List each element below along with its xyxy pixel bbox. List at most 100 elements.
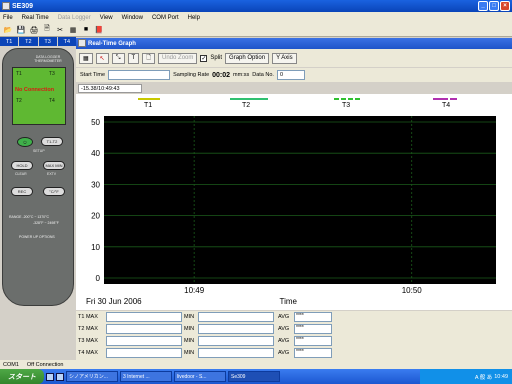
t2-max-label: T2 MAX [78,326,98,332]
graph-window-title: Real-Time Graph [88,40,136,47]
tray-clock: 10:49 [494,373,508,380]
task-1[interactable]: シノアメリカン... [66,371,118,382]
cut-icon[interactable]: ✂ [55,25,65,35]
menu-window[interactable]: Window [122,15,143,21]
new-page-icon[interactable]: 🗋 [142,52,156,64]
graph-icon[interactable]: ▦ [68,25,78,35]
data-no-field[interactable]: 0 [276,70,305,80]
setup-label: SETUP [33,149,45,153]
t2-max-field [106,324,182,334]
split-label: Split [210,55,223,61]
date-label: Fri 30 Jun 2006 [86,297,142,306]
channel-tab-t1[interactable]: T1 [0,37,19,46]
sampling-rate-label: Sampling Rate [173,72,210,78]
lcd-status: No Connection [15,87,55,93]
graph-view-icon[interactable]: ▦ [79,52,93,64]
y-tick-label: 30 [91,180,100,189]
unit-toggle-button[interactable]: °C/°F [43,187,65,196]
channel-tab-t2[interactable]: T2 [19,37,38,46]
y-tick-label: 50 [91,118,100,127]
menu-help[interactable]: Help [188,15,200,21]
acquisition-info: Start Time Sampling Rate 00:02 mm:ss Dat… [76,68,512,82]
channel-tabs: T1 T2 T3 T4 [0,37,76,46]
channel-tab-t3[interactable]: T3 [38,37,57,46]
power-button[interactable]: ⏻ [17,137,33,147]
menu-com-port[interactable]: COM Port [152,15,179,21]
t3-min-field [198,336,274,346]
task-3[interactable]: livedoor - S... [174,371,226,382]
start-time-field[interactable] [108,70,171,80]
rec-button[interactable]: REC [11,187,33,196]
t3-avg-field: **** [294,336,332,346]
t3-avg-label: AVG [278,338,290,344]
graph-window-title-bar: Real-Time Graph [76,38,512,49]
t1-avg-field: **** [294,312,332,322]
t2-avg-field: **** [294,324,332,334]
sampling-rate-value: 00:02 [212,71,231,79]
y-tick-label: 20 [91,212,100,221]
thermometer-device: DATA LOGGER THERMOMETER T1 T3 No Connect… [2,48,74,306]
line-chart[interactable]: 50 40 30 20 10 0 10:49 10:50 Fri 30 Jun 2006 Time [76,94,512,310]
start-button[interactable]: スタート [0,369,44,384]
plot-background [104,116,496,284]
window-title: SE309 [12,2,34,10]
max-min-button[interactable]: MAX MIN [43,161,65,170]
text-tool-icon[interactable]: T [127,52,140,64]
menu-view[interactable]: View [100,15,113,21]
help-book-icon[interactable]: 📕 [94,25,104,35]
pointer-icon[interactable]: ↖ [95,52,109,64]
t1-max-field [106,312,182,322]
graph-option-button[interactable]: Graph Option [225,52,270,64]
t3-min-label: MIN [184,338,195,344]
ime-indicator[interactable]: A 般 あ [475,373,492,381]
x-tick-label: 10:50 [402,286,423,295]
t4-avg-label: AVG [278,350,290,356]
split-checkbox[interactable]: ✓ [200,54,208,62]
t2-min-label: MIN [184,326,195,332]
save-icon[interactable]: 💾 [16,25,26,35]
y-tick-label: 0 [96,274,101,283]
lcd-t2-label: T2 [16,98,22,104]
hold-button[interactable]: HOLD [11,161,33,170]
t1-t2-button[interactable]: T1-T2 [41,137,63,146]
task-2[interactable]: 3 Internet ... [120,371,172,382]
stop-icon[interactable]: ■ [81,25,91,35]
channel-tab-t4[interactable]: T4 [57,37,76,46]
x-tick-label: 10:49 [184,286,205,295]
stats-row-t4: T4 MAX MIN AVG **** [76,347,332,359]
task-4[interactable]: Se309 [228,371,280,382]
device-brand: DATA LOGGER THERMOMETER [34,55,62,63]
menu-bar: File Real Time Data Logger View Window C… [0,12,512,23]
print-icon[interactable]: 🖨 [29,25,39,35]
system-tray: A 般 あ 10:49 [420,369,512,384]
t2-avg-label: AVG [278,326,290,332]
lcd-t1-label: T1 [16,71,22,77]
menu-real-time[interactable]: Real Time [22,15,49,21]
t4-min-field [198,348,274,358]
print-preview-icon[interactable]: 🗎 [42,25,52,35]
menu-data-logger[interactable]: Data Logger [58,15,91,21]
t3-max-label: T3 MAX [78,338,98,344]
stats-row-t2: T2 MAX MIN AVG **** [76,323,332,335]
menu-file[interactable]: File [3,15,13,21]
t4-max-label: T4 MAX [78,350,98,356]
minimize-button[interactable]: _ [478,1,488,11]
quick-launch-ie-icon[interactable] [46,372,54,381]
maximize-button[interactable]: □ [489,1,499,11]
x-axis-label: Time [279,297,297,306]
title-bar: SE309 _ □ × [0,0,512,12]
open-folder-icon[interactable]: 📂 [3,25,13,35]
t4-max-field [106,348,182,358]
quick-launch-desktop-icon[interactable] [56,372,64,381]
y-axis-button[interactable]: Y Axis [272,52,297,64]
main-toolbar: 📂 💾 🖨 🗎 ✂ ▦ ■ 📕 [0,23,512,37]
close-button[interactable]: × [500,1,510,11]
range-celsius: RANGE -200°C ~ 1370°C [9,215,50,219]
y-tick-label: 40 [91,149,100,158]
power-up-options: POWER UP OPTIONS [19,235,55,239]
undo-zoom-button[interactable]: Undo Zoom [158,52,198,64]
t2-min-field [198,324,274,334]
zoom-tool-icon[interactable]: ⤡ [111,52,125,64]
statistics-panel: T1 MAX MIN AVG **** T2 MAX MIN AVG **** … [76,311,512,361]
chart-area: T1 T2 T3 T4 50 40 30 20 10 0 10:49 10:50 Fri 30 … [76,94,512,310]
